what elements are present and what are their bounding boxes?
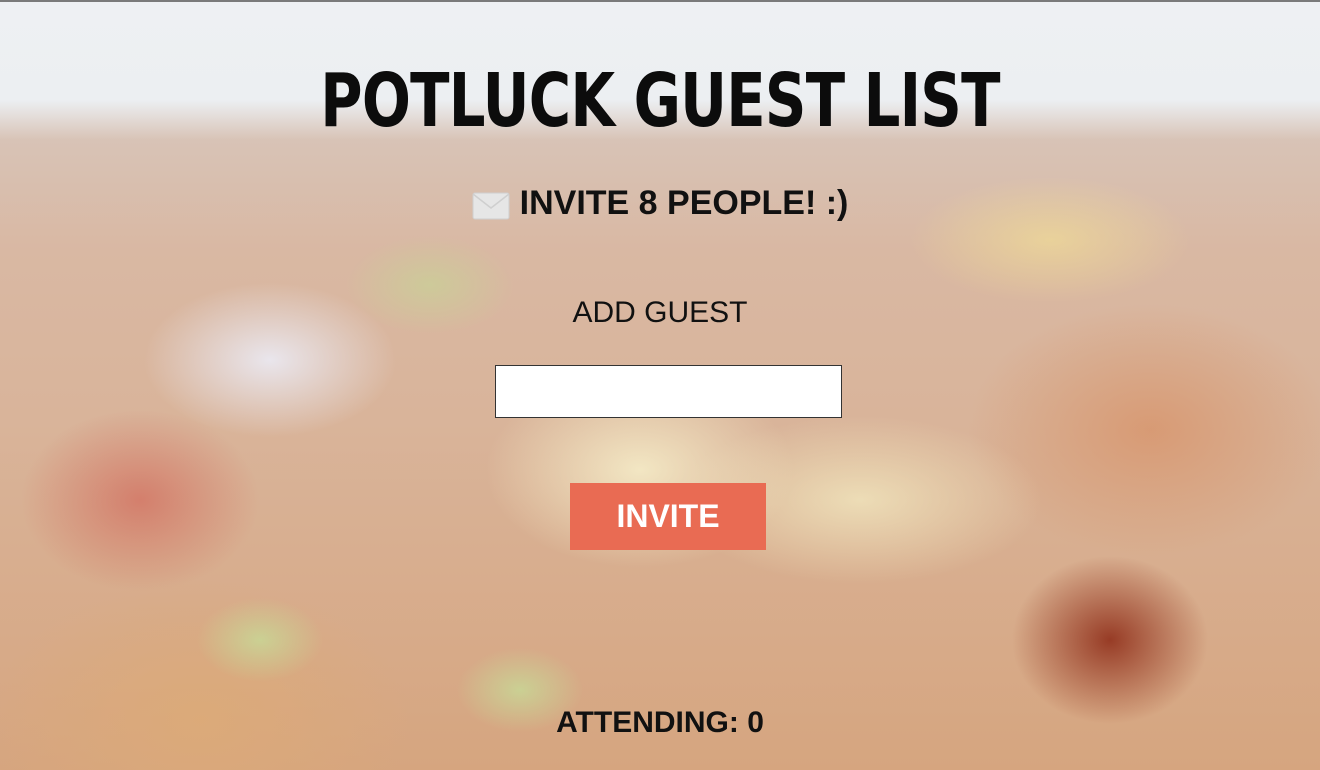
add-guest-label: ADD GUEST <box>572 296 748 329</box>
page-title: POTLUCK GUEST LIST <box>320 58 1000 144</box>
invite-button[interactable]: INVITE <box>570 483 766 550</box>
envelope-icon <box>472 190 510 219</box>
invite-subtitle: INVITE 8 PEOPLE! :) <box>0 184 1320 223</box>
subtitle-text: INVITE 8 PEOPLE! :) <box>519 184 849 222</box>
attending-count: ATTENDING: 0 <box>556 706 764 739</box>
guest-name-input[interactable] <box>495 365 842 418</box>
main-content: POTLUCK GUEST LIST INVITE 8 PEOPLE! :) A… <box>0 0 1320 770</box>
